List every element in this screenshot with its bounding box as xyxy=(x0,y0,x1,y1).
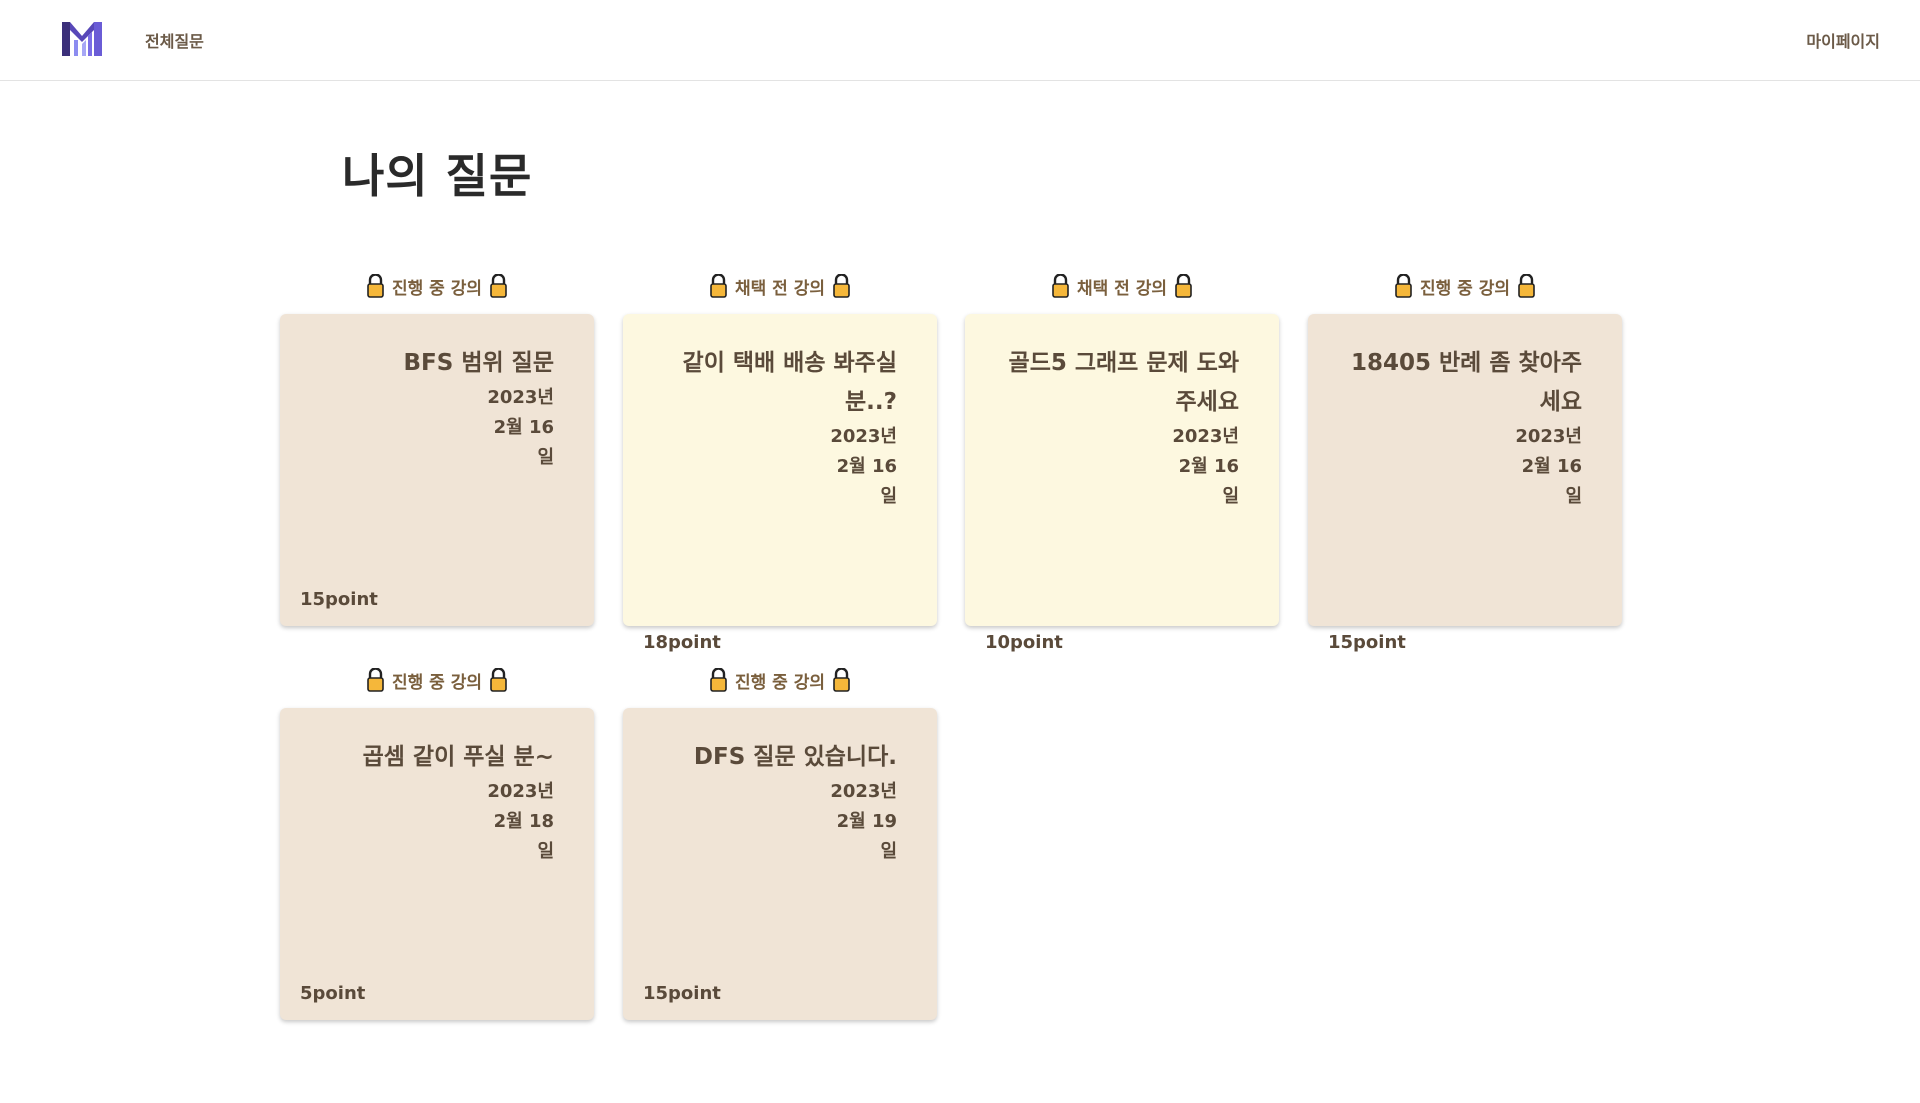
question-date: 2023년 2월 18 일 xyxy=(487,781,554,862)
lock-icon xyxy=(710,668,727,692)
status-text: 진행 중 강의 xyxy=(734,672,826,693)
question-title: 같이 택배 배송 봐주실 분..? xyxy=(682,350,897,415)
lock-icon xyxy=(1395,274,1412,298)
nav-my-page-link[interactable]: 마이페이지 xyxy=(1806,28,1880,52)
lock-icon xyxy=(1175,274,1192,298)
question-card[interactable]: 곱셈 같이 푸실 분~ 2023년 2월 18 일 5point xyxy=(280,708,594,1020)
status-text: 채택 전 강의 xyxy=(734,278,826,299)
question-points: 15point xyxy=(300,589,378,610)
question-date: 2023년 2월 16 일 xyxy=(487,387,554,468)
question-card-wrapper: 진행 중 강의 DFS 질문 있습니다. 2023년 2월 19 일 15poi… xyxy=(623,666,937,1020)
question-card[interactable]: 같이 택배 배송 봐주실 분..? 2023년 2월 16 일 18point xyxy=(623,314,937,653)
status-label: 채택 전 강의 xyxy=(965,272,1279,300)
lock-icon xyxy=(833,668,850,692)
lock-icon xyxy=(367,668,384,692)
question-card-wrapper: 채택 전 강의 같이 택배 배송 봐주실 분..? 2023년 2월 16 일 … xyxy=(623,272,937,653)
question-card-wrapper: 진행 중 강의 BFS 범위 질문 2023년 2월 16 일 15point xyxy=(280,272,594,626)
question-card-wrapper: 채택 전 강의 골드5 그래프 문제 도와주세요 2023년 2월 16 일 1… xyxy=(965,272,1279,653)
lock-icon xyxy=(833,274,850,298)
page-title: 나의 질문 xyxy=(342,149,533,203)
question-date: 2023년 2월 16 일 xyxy=(1172,426,1239,507)
lock-icon xyxy=(490,274,507,298)
status-label: 진행 중 강의 xyxy=(280,272,594,300)
nav-all-questions-link[interactable]: 전체질문 xyxy=(145,28,204,52)
question-card[interactable]: 18405 반례 좀 찾아주세요 2023년 2월 16 일 15point xyxy=(1308,314,1622,653)
status-text: 진행 중 강의 xyxy=(391,278,483,299)
status-label: 진행 중 강의 xyxy=(1308,272,1622,300)
question-title: BFS 범위 질문 xyxy=(403,350,554,376)
question-points: 10point xyxy=(985,632,1063,653)
question-date: 2023년 2월 16 일 xyxy=(830,426,897,507)
status-label: 채택 전 강의 xyxy=(623,272,937,300)
question-title: 곱셈 같이 푸실 분~ xyxy=(362,744,554,770)
question-points: 18point xyxy=(643,632,721,653)
question-title: 18405 반례 좀 찾아주세요 xyxy=(1351,350,1582,415)
question-card-wrapper: 진행 중 강의 18405 반례 좀 찾아주세요 2023년 2월 16 일 1… xyxy=(1308,272,1622,653)
m-logo-icon[interactable] xyxy=(62,22,102,56)
lock-icon xyxy=(710,274,727,298)
question-card-wrapper: 진행 중 강의 곱셈 같이 푸실 분~ 2023년 2월 18 일 5point xyxy=(280,666,594,1020)
top-nav-bar: 전체질문 마이페이지 xyxy=(0,0,1920,81)
lock-icon xyxy=(1052,274,1069,298)
question-date: 2023년 2월 16 일 xyxy=(1515,426,1582,507)
lock-icon xyxy=(367,274,384,298)
question-card[interactable]: BFS 범위 질문 2023년 2월 16 일 15point xyxy=(280,314,594,626)
lock-icon xyxy=(490,668,507,692)
status-text: 진행 중 강의 xyxy=(391,672,483,693)
question-title: DFS 질문 있습니다. xyxy=(693,744,897,770)
question-title: 골드5 그래프 문제 도와주세요 xyxy=(1008,350,1239,415)
lock-icon xyxy=(1518,274,1535,298)
question-points: 5point xyxy=(300,983,366,1004)
status-text: 진행 중 강의 xyxy=(1419,278,1511,299)
question-points: 15point xyxy=(1328,632,1406,653)
status-label: 진행 중 강의 xyxy=(280,666,594,694)
question-card[interactable]: DFS 질문 있습니다. 2023년 2월 19 일 15point xyxy=(623,708,937,1020)
status-label: 진행 중 강의 xyxy=(623,666,937,694)
question-card[interactable]: 골드5 그래프 문제 도와주세요 2023년 2월 16 일 10point xyxy=(965,314,1279,653)
question-points: 15point xyxy=(643,983,721,1004)
question-date: 2023년 2월 19 일 xyxy=(830,781,897,862)
status-text: 채택 전 강의 xyxy=(1076,278,1168,299)
